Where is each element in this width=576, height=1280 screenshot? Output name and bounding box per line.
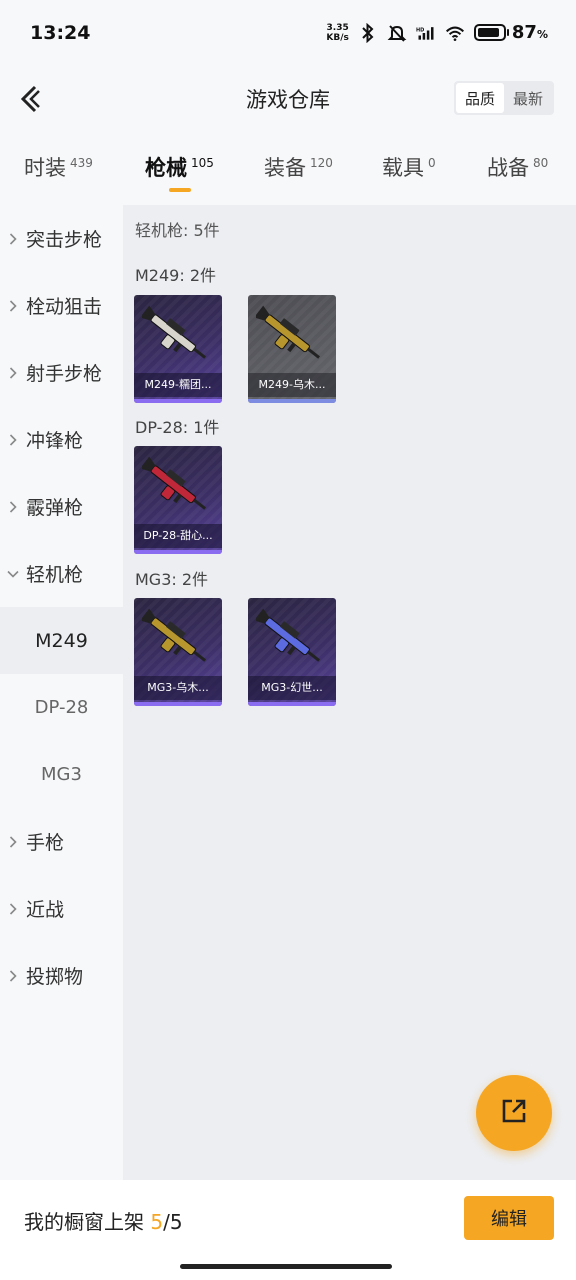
rarity-bar: [248, 399, 336, 403]
chevron-right-icon: [0, 500, 26, 513]
status-time: 13:24: [30, 22, 91, 44]
lmg-icon: [142, 456, 207, 510]
rarity-bar: [134, 550, 222, 554]
sidebar-subitem-mg3[interactable]: MG3: [0, 741, 123, 808]
tab-supplies[interactable]: 战备 80: [487, 152, 548, 182]
sidebar-subitem-dp28[interactable]: DP-28: [0, 674, 123, 741]
tab-vehicles[interactable]: 载具 0: [382, 152, 436, 182]
rarity-bar: [134, 399, 222, 403]
chevron-right-icon: [0, 433, 26, 446]
category-summary: 轻机枪: 5件: [135, 221, 220, 240]
active-tab-indicator: [169, 188, 191, 192]
sidebar-item-bolt-sniper[interactable]: 栓动狙击: [0, 272, 123, 339]
chevron-right-icon: [0, 299, 26, 312]
skin-card[interactable]: MG3-幻世...: [248, 598, 336, 706]
share-icon: [499, 1096, 529, 1130]
home-indicator[interactable]: [180, 1264, 392, 1269]
lmg-icon: [142, 305, 207, 359]
rarity-bar: [134, 702, 222, 706]
battery-icon: 87%: [473, 22, 548, 43]
sort-newest-button[interactable]: 最新: [504, 83, 552, 113]
rarity-bar: [248, 702, 336, 706]
lmg-icon: [256, 305, 321, 359]
skin-card[interactable]: MG3-乌木...: [134, 598, 222, 706]
chevron-right-icon: [0, 232, 26, 245]
bottom-bar: 我的橱窗上架 5/5 编辑: [0, 1180, 576, 1280]
lmg-icon: [256, 608, 321, 662]
svg-text:HD: HD: [416, 27, 424, 33]
showcase-shelf-status: 我的橱窗上架 5/5: [24, 1210, 183, 1234]
item-grid-panel: 轻机枪: 5件 M249: 2件 M249-糯团... M249-乌木... D…: [123, 205, 576, 1180]
sidebar-item-throwable[interactable]: 投掷物: [0, 942, 123, 1009]
group-title-mg3: MG3: 2件: [135, 570, 209, 589]
share-button[interactable]: [476, 1075, 552, 1151]
tab-equipment[interactable]: 装备 120: [264, 152, 333, 182]
skin-card[interactable]: M249-糯团...: [134, 295, 222, 403]
sidebar-subitem-m249[interactable]: M249: [0, 607, 123, 674]
chevron-right-icon: [0, 969, 26, 982]
tab-firearms[interactable]: 枪械 105: [145, 152, 214, 182]
group-title-m249: M249: 2件: [135, 266, 217, 285]
chevron-right-icon: [0, 366, 26, 379]
chevron-right-icon: [0, 835, 26, 848]
sidebar-item-shotgun[interactable]: 霰弹枪: [0, 473, 123, 540]
sidebar-item-assault-rifle[interactable]: 突击步枪: [0, 205, 123, 272]
sidebar-item-lmg[interactable]: 轻机枪: [0, 540, 123, 607]
bluetooth-icon: [358, 22, 378, 43]
network-speed: 3.35 KB/s: [326, 22, 349, 43]
group-title-dp28: DP-28: 1件: [135, 418, 220, 437]
sidebar-item-pistol[interactable]: 手枪: [0, 808, 123, 875]
status-icons: 3.35 KB/s HD 87%: [326, 22, 548, 43]
skin-card[interactable]: M249-乌木...: [248, 295, 336, 403]
chevron-right-icon: [0, 902, 26, 915]
mute-bell-icon: [387, 23, 407, 43]
sidebar-item-marksman-rifle[interactable]: 射手步枪: [0, 339, 123, 406]
edit-button[interactable]: 编辑: [464, 1196, 554, 1240]
sort-toggle: 品质 最新: [454, 81, 554, 115]
lmg-icon: [142, 608, 207, 662]
hd-signal-icon: HD: [416, 23, 436, 43]
sidebar-item-smg[interactable]: 冲锋枪: [0, 406, 123, 473]
sidebar-item-melee[interactable]: 近战: [0, 875, 123, 942]
chevron-down-icon: [0, 570, 26, 578]
header: 游戏仓库 品质 最新: [0, 70, 576, 128]
wifi-icon: [445, 23, 465, 43]
sort-quality-button[interactable]: 品质: [456, 83, 504, 113]
weapon-category-sidebar: 突击步枪 栓动狙击 射手步枪 冲锋枪 霰弹枪 轻机枪 M249 DP-28 MG…: [0, 205, 123, 1180]
status-bar: 13:24 3.35 KB/s HD 87%: [0, 0, 576, 70]
category-tabs: 时装 439 枪械 105 装备 120 载具 0 战备 80: [0, 140, 576, 204]
skin-card[interactable]: DP-28-甜心...: [134, 446, 222, 554]
tab-fashion[interactable]: 时装 439: [24, 152, 93, 182]
